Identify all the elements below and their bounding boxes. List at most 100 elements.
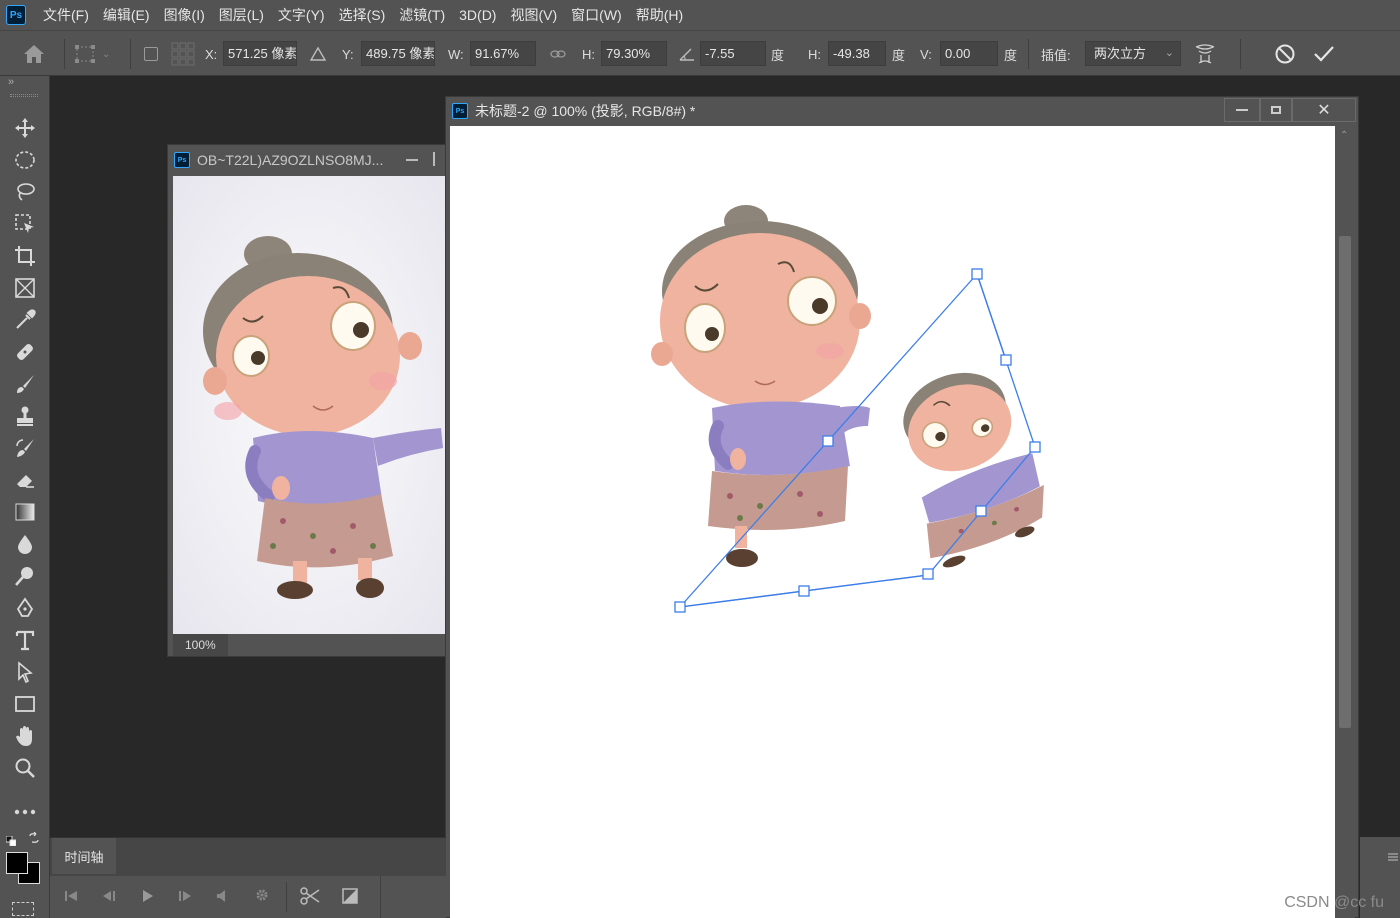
lasso-tool-icon[interactable] — [9, 178, 41, 206]
vertical-scrollbar[interactable]: ⌃ — [1335, 126, 1355, 918]
hskew-label: H: — [808, 46, 821, 62]
more-tools-icon[interactable] — [9, 798, 41, 826]
menu-item[interactable]: 选择(S) — [332, 0, 393, 30]
transform-handle[interactable] — [1029, 441, 1041, 453]
warp-icon[interactable] — [1193, 31, 1217, 77]
restore-button[interactable] — [1260, 98, 1292, 122]
tab-timeline[interactable]: 时间轴 — [52, 838, 116, 874]
eraser-tool-icon[interactable] — [9, 466, 41, 494]
menu-list: 文件(F) 编辑(E) 图像(I) 图层(L) 文字(Y) 选择(S) 滤镜(T) 3D(D)… — [36, 0, 690, 30]
type-tool-icon[interactable] — [9, 626, 41, 654]
reference-grid-icon — [170, 31, 196, 77]
transform-handle[interactable] — [922, 568, 934, 580]
cancel-transform-button[interactable] — [1274, 31, 1296, 77]
reference-point-icon[interactable]: ⌄ — [74, 31, 110, 77]
menu-item[interactable]: 滤镜(T) — [392, 0, 452, 30]
history-brush-icon[interactable] — [9, 434, 41, 462]
hand-tool-icon[interactable] — [9, 722, 41, 750]
menu-item[interactable]: 图层(L) — [212, 0, 271, 30]
transform-handle[interactable] — [975, 505, 987, 517]
previous-frame-icon[interactable] — [102, 890, 116, 905]
panel-menu-icon[interactable] — [1388, 849, 1398, 864]
scrollbar-thumb[interactable] — [1339, 236, 1351, 728]
collapse-arrows-icon[interactable]: » — [8, 76, 14, 88]
link-icon[interactable] — [550, 31, 566, 77]
doc-title-main: 未标题-2 @ 100% (投影, RGB/8#) * — [475, 103, 696, 119]
audio-icon[interactable] — [216, 890, 228, 905]
panel-grip[interactable] — [10, 94, 38, 97]
doc-titlebar-source[interactable]: Ps OB~T22L)AZ9OZLNSO8MJ... — [168, 145, 446, 175]
quick-mask-icon[interactable] — [12, 902, 34, 916]
go-to-first-frame-icon[interactable] — [64, 890, 78, 905]
healing-brush-icon[interactable] — [9, 338, 41, 366]
swap-colors-icon[interactable] — [28, 831, 40, 847]
angle-field[interactable]: -7.55 — [700, 41, 766, 66]
foreground-color-swatch[interactable] — [6, 852, 28, 874]
menu-item[interactable]: 3D(D) — [452, 0, 503, 30]
source-canvas[interactable] — [173, 176, 445, 634]
scroll-up-icon[interactable]: ⌃ — [1340, 130, 1348, 141]
h-field[interactable]: 79.30% — [601, 41, 667, 66]
next-frame-icon[interactable] — [178, 890, 192, 905]
blur-tool-icon[interactable] — [9, 530, 41, 558]
reference-checkbox[interactable] — [144, 31, 158, 77]
crop-tool-icon[interactable] — [9, 242, 41, 270]
tools-panel: » — [0, 76, 50, 918]
settings-gear-icon[interactable] — [255, 888, 269, 905]
brush-tool-icon[interactable] — [9, 370, 41, 398]
move-tool-icon[interactable] — [9, 114, 41, 142]
close-button[interactable]: ✕ — [1292, 98, 1356, 122]
home-icon[interactable] — [22, 31, 46, 77]
vskew-field[interactable]: 0.00 — [940, 41, 998, 66]
x-field[interactable]: 571.25 像素 — [223, 41, 297, 66]
y-label: Y: — [342, 46, 354, 62]
w-field[interactable]: 91.67% — [470, 41, 536, 66]
menu-item[interactable]: 图像(I) — [157, 0, 212, 30]
frame-tool-icon[interactable] — [9, 274, 41, 302]
transform-handle[interactable] — [1000, 354, 1012, 366]
pen-tool-icon[interactable] — [9, 594, 41, 622]
transition-icon[interactable] — [342, 888, 358, 907]
main-canvas[interactable] — [450, 126, 1335, 918]
play-icon[interactable] — [142, 890, 154, 905]
angle-unit: 度 — [771, 47, 785, 63]
transform-handle[interactable] — [971, 268, 983, 280]
transform-handle[interactable] — [798, 585, 810, 597]
menu-item[interactable]: 窗口(W) — [564, 0, 629, 30]
vskew-unit: 度 — [1004, 47, 1018, 63]
menu-item[interactable]: 文字(Y) — [271, 0, 332, 30]
hskew-field[interactable]: -49.38 — [828, 41, 886, 66]
restore-icon — [1271, 106, 1281, 114]
vskew-label: V: — [920, 46, 932, 62]
interpolation-select[interactable]: 两次立方 ⌄ — [1085, 41, 1181, 66]
menu-item[interactable]: 文件(F) — [36, 0, 96, 30]
y-field[interactable]: 489.75 像素 — [361, 41, 435, 66]
default-colors-icon[interactable] — [5, 834, 17, 847]
maximize-icon[interactable] — [433, 152, 443, 166]
transform-handle[interactable] — [674, 601, 686, 613]
zoom-readout[interactable]: 100% — [173, 634, 228, 656]
h-label: H: — [582, 46, 595, 62]
delta-icon[interactable] — [310, 31, 326, 77]
ellipse-marquee-icon[interactable] — [9, 146, 41, 174]
zoom-tool-icon[interactable] — [9, 754, 41, 782]
menu-item[interactable]: 编辑(E) — [96, 0, 157, 30]
clone-stamp-icon[interactable] — [9, 402, 41, 430]
object-selection-icon[interactable] — [9, 210, 41, 238]
dodge-tool-icon[interactable] — [9, 562, 41, 590]
menu-item[interactable]: 视图(V) — [503, 0, 564, 30]
minimize-button[interactable] — [1224, 98, 1260, 122]
ps-doc-icon: Ps — [174, 152, 190, 168]
minimize-icon[interactable] — [406, 159, 418, 161]
eyedropper-icon[interactable] — [9, 306, 41, 334]
timeline-controls — [50, 876, 446, 918]
status-bar-source: 100% — [173, 634, 445, 656]
path-selection-icon[interactable] — [9, 658, 41, 686]
transform-handle[interactable] — [822, 435, 834, 447]
doc-titlebar-main[interactable]: Ps 未标题-2 @ 100% (投影, RGB/8#) * ✕ — [446, 97, 1358, 125]
rectangle-tool-icon[interactable] — [9, 690, 41, 718]
split-clip-scissors-icon[interactable] — [300, 887, 320, 908]
commit-transform-button[interactable] — [1313, 31, 1335, 77]
gradient-tool-icon[interactable] — [9, 498, 41, 526]
menu-item[interactable]: 帮助(H) — [629, 0, 690, 30]
